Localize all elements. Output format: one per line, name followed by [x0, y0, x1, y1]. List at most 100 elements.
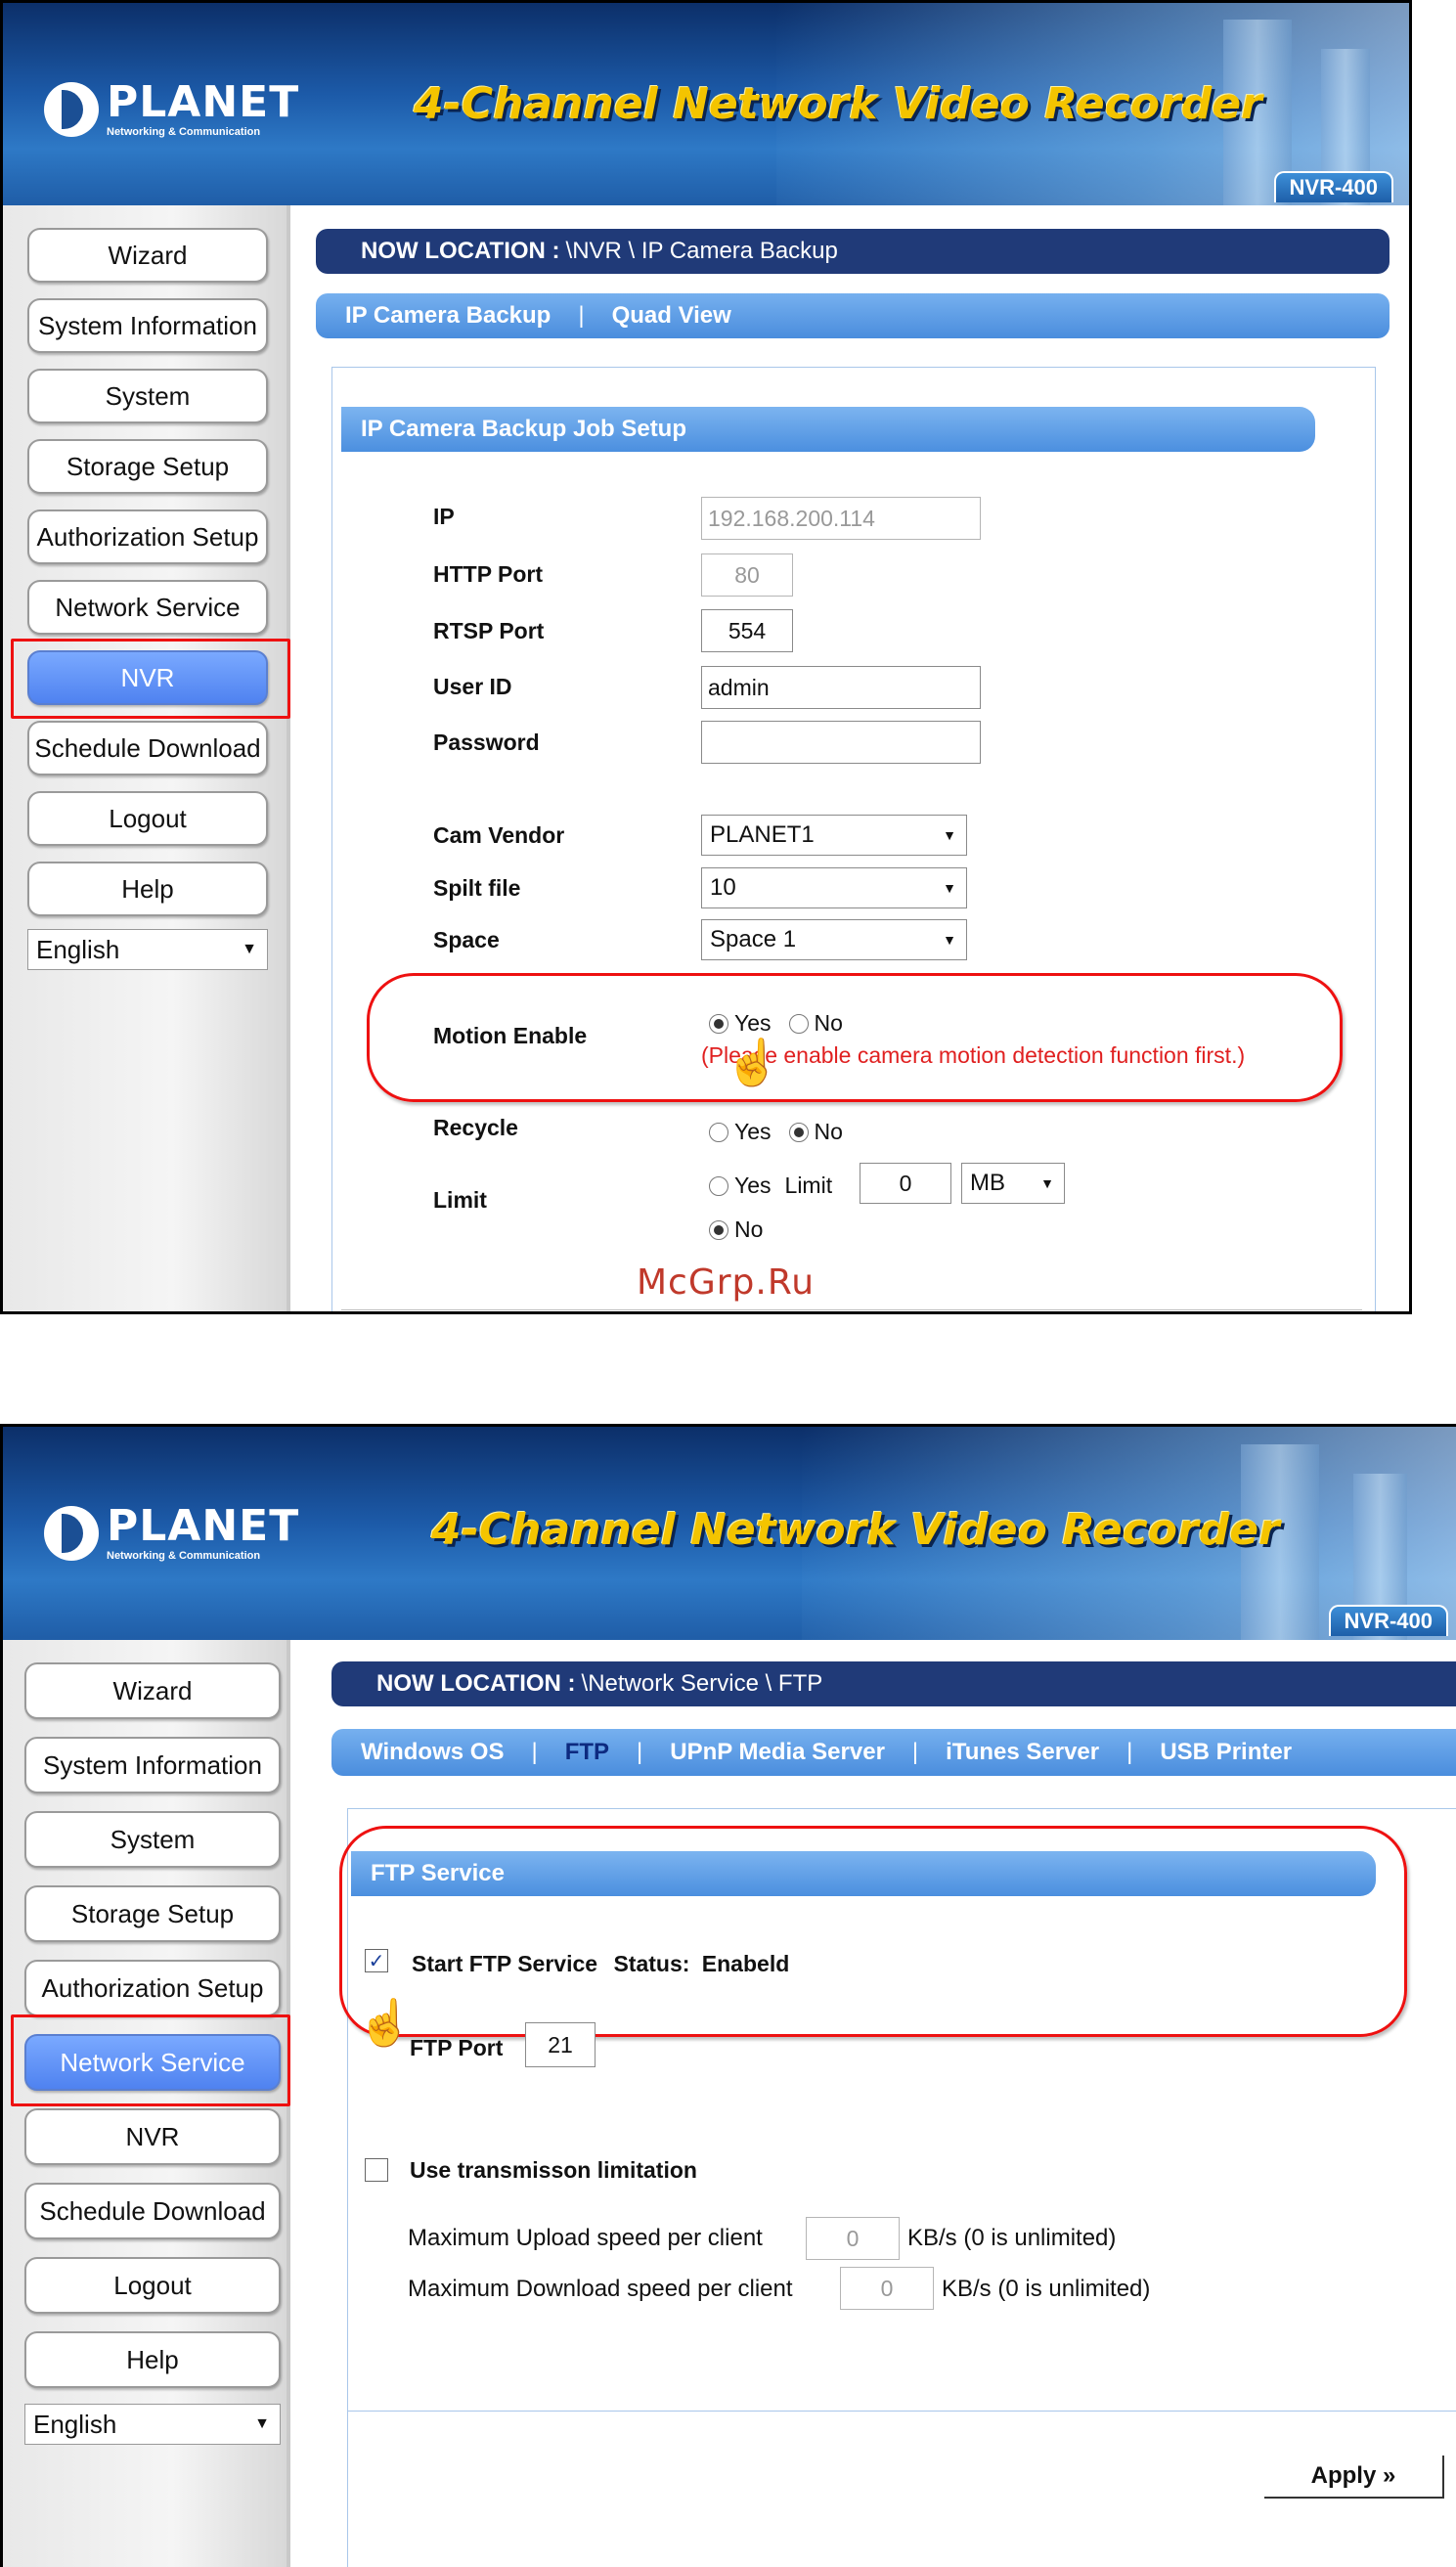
recycle-no-label: No [814, 1119, 843, 1144]
ip-input[interactable]: 192.168.200.114 [701, 497, 981, 540]
tab-bar: IP Camera Backup | Quad View [316, 293, 1390, 338]
section-ftp-service: FTP Service [351, 1851, 1376, 1896]
nav-storage-setup[interactable]: Storage Setup [27, 439, 268, 494]
highlight-nvr [11, 639, 290, 719]
recycle-yes-label: Yes [734, 1119, 772, 1144]
nav-system-information[interactable]: System Information [27, 298, 268, 353]
limit-yes-label: Yes [734, 1173, 772, 1198]
space-value: Space 1 [710, 926, 797, 952]
nav-authorization-setup[interactable]: Authorization Setup [24, 1960, 281, 2016]
motion-enable-label: Motion Enable [433, 1023, 588, 1048]
chevron-down-icon: ▼ [1040, 1175, 1054, 1191]
tab-separator: | [1126, 1739, 1133, 1765]
max-download-label: Maximum Download speed per client [408, 2276, 793, 2302]
tab-usb-printer[interactable]: USB Printer [1160, 1739, 1292, 1766]
rtsp-port-input[interactable]: 554 [701, 609, 793, 652]
transmission-limit-checkbox[interactable] [365, 2158, 388, 2182]
limit-no-group: No [709, 1217, 763, 1243]
nav-logout[interactable]: Logout [24, 2257, 281, 2314]
highlight-network-service [11, 2014, 290, 2106]
limit-no-label: No [734, 1217, 764, 1242]
tab-separator: | [637, 1739, 643, 1765]
nav-wizard[interactable]: Wizard [27, 228, 268, 283]
motion-yes-radio[interactable] [709, 1013, 728, 1034]
language-value: English [33, 2410, 117, 2439]
ftp-port-input[interactable]: 21 [525, 2022, 596, 2067]
nav-storage-setup[interactable]: Storage Setup [24, 1885, 281, 1942]
limit-value-input[interactable]: 0 [860, 1163, 951, 1204]
location-label: NOW LOCATION : [376, 1670, 576, 1697]
tab-ftp[interactable]: FTP [565, 1739, 609, 1766]
tab-itunes-server[interactable]: iTunes Server [946, 1739, 1099, 1766]
limit-unit-value: MB [970, 1170, 1005, 1196]
http-port-input[interactable]: 80 [701, 553, 793, 597]
tab-separator: | [911, 1739, 919, 1765]
max-download-input[interactable]: 0 [840, 2267, 934, 2310]
nav-network-service[interactable]: Network Service [27, 580, 268, 635]
start-ftp-label: Start FTP Service Status: Enabeld [412, 1951, 789, 1977]
panel-ip-camera-backup: PLANET Networking & Communication 4-Chan… [0, 0, 1412, 1314]
motion-no-radio[interactable] [788, 1013, 809, 1034]
model-tag: NVR-400 [1328, 1605, 1448, 1636]
divider-line [347, 2411, 1456, 2412]
recycle-yes-radio[interactable] [709, 1122, 728, 1142]
language-value: English [36, 935, 120, 964]
limit-yes-radio[interactable] [709, 1175, 728, 1196]
password-input[interactable] [701, 721, 981, 764]
chevron-down-icon: ▼ [254, 2415, 270, 2432]
tab-ip-camera-backup[interactable]: IP Camera Backup [345, 302, 551, 330]
nav-nvr[interactable]: NVR [24, 2108, 281, 2165]
recycle-no-radio[interactable] [788, 1122, 809, 1142]
sidebar: Wizard System Information System Storage… [3, 205, 290, 1311]
user-id-input[interactable]: admin [701, 666, 981, 709]
space-select[interactable]: Space 1 ▼ [701, 919, 967, 960]
planet-logo-icon [44, 1506, 99, 1561]
tab-upnp-media-server[interactable]: UPnP Media Server [670, 1739, 885, 1766]
nav-help[interactable]: Help [24, 2331, 281, 2388]
password-label: Password [433, 730, 540, 755]
nav-logout[interactable]: Logout [27, 791, 268, 846]
logo-subtitle: Networking & Communication [107, 126, 261, 138]
banner-title: 4-Channel Network Video Recorder [414, 79, 1262, 129]
max-upload-input[interactable]: 0 [806, 2217, 900, 2260]
nav-system[interactable]: System [24, 1811, 281, 1868]
limit-no-radio[interactable] [709, 1219, 728, 1240]
nav-authorization-setup[interactable]: Authorization Setup [27, 509, 268, 564]
max-upload-unit: KB/s (0 is unlimited) [907, 2225, 1117, 2251]
pointer-hand-icon: ☝ [725, 1037, 781, 1087]
location-path: \Network Service \ FTP [581, 1670, 823, 1697]
nav-schedule-download[interactable]: Schedule Download [24, 2183, 281, 2239]
cam-vendor-select[interactable]: PLANET1 ▼ [701, 815, 967, 856]
tab-separator: | [531, 1739, 538, 1765]
language-select[interactable]: English ▼ [27, 929, 268, 970]
divider-line [341, 1309, 1362, 1310]
limit-unit-select[interactable]: MB ▼ [961, 1163, 1065, 1204]
start-ftp-checkbox[interactable]: ✓ [365, 1949, 388, 1972]
split-file-select[interactable]: 10 ▼ [701, 867, 967, 908]
nav-help[interactable]: Help [27, 862, 268, 916]
split-file-value: 10 [710, 874, 736, 901]
motion-yes-label: Yes [734, 1010, 772, 1036]
limit-label: Limit [433, 1187, 487, 1213]
start-ftp-text: Start FTP Service [412, 1951, 598, 1976]
nav-schedule-download[interactable]: Schedule Download [27, 721, 268, 775]
nav-system-information[interactable]: System Information [24, 1737, 281, 1793]
http-port-label: HTTP Port [433, 561, 544, 587]
chevron-down-icon: ▼ [943, 827, 956, 843]
apply-button[interactable]: Apply » [1264, 2456, 1444, 2499]
location-path: \NVR \ IP Camera Backup [565, 238, 838, 264]
nav-system[interactable]: System [27, 369, 268, 423]
tab-windows-os[interactable]: Windows OS [361, 1739, 504, 1766]
cam-vendor-label: Cam Vendor [433, 822, 565, 848]
ftp-port-label: FTP Port [410, 2035, 504, 2060]
planet-logo-icon [44, 82, 99, 137]
status-label: Status: [613, 1951, 690, 1976]
nav-wizard[interactable]: Wizard [24, 1662, 281, 1719]
language-select[interactable]: English ▼ [24, 2404, 281, 2445]
model-tag: NVR-400 [1273, 171, 1393, 202]
tab-separator: | [578, 302, 585, 329]
tab-quad-view[interactable]: Quad View [612, 302, 731, 330]
motion-no-label: No [814, 1010, 843, 1036]
pointer-hand-icon: ☝ [357, 1997, 414, 2048]
banner-title: 4-Channel Network Video Recorder [431, 1505, 1280, 1555]
